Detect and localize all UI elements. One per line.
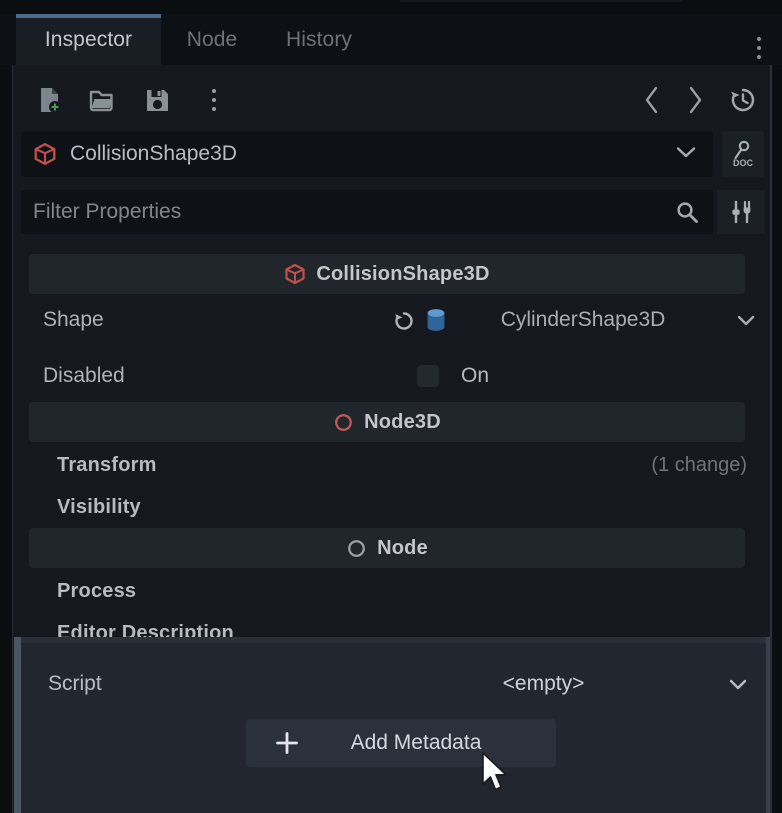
chevron-down-icon — [675, 145, 697, 164]
svg-text:DOC: DOC — [733, 158, 754, 168]
disabled-value-label: On — [461, 364, 490, 387]
mouse-pointer-icon — [481, 752, 511, 799]
window-top-strip — [0, 0, 782, 14]
category-label: Node — [377, 536, 428, 559]
three-dots-vertical-icon — [212, 89, 216, 111]
open-documentation-icon: DOC — [733, 140, 754, 168]
tab-inspector-label: Inspector — [44, 27, 133, 51]
filter-properties-input[interactable] — [33, 200, 675, 224]
property-row-shape[interactable]: Shape CylinderShape3D — [29, 298, 769, 342]
bottom-overlay-panel: Script <empty> Add Metadata — [14, 637, 770, 813]
more-options-button[interactable] — [194, 80, 234, 120]
section-visibility-label: Visibility — [57, 495, 141, 518]
search-icon — [675, 200, 699, 224]
object-history-button[interactable] — [723, 80, 763, 120]
tab-history-label: History — [285, 27, 353, 51]
property-list: CollisionShape3D Shape CylinderShape3D D… — [13, 244, 770, 644]
node-icon — [346, 538, 367, 559]
bottom-panel-right-bar — [766, 637, 770, 813]
property-row-disabled[interactable]: Disabled On — [29, 354, 769, 398]
open-resource-button[interactable] — [82, 80, 122, 120]
section-visibility[interactable]: Visibility — [29, 486, 769, 528]
collisionshape3d-icon — [33, 142, 57, 166]
bottom-panel-content: Script <empty> Add Metadata — [21, 643, 766, 813]
section-transform-label: Transform — [57, 453, 157, 476]
floppy-save-icon — [146, 89, 168, 111]
chevron-right-icon — [29, 582, 51, 600]
clock-revert-icon — [731, 88, 755, 112]
panel-right-margin — [772, 65, 782, 813]
cylinder-shape-icon — [419, 307, 453, 333]
node-category[interactable]: Node — [29, 528, 745, 568]
tab-node-label: Node — [186, 27, 238, 51]
property-value-script: <empty> — [502, 672, 585, 695]
property-tools-button[interactable] — [717, 190, 765, 234]
collisionshape3d-category[interactable]: CollisionShape3D — [29, 254, 745, 294]
category-label: Node3D — [364, 410, 441, 433]
chevron-right-icon — [29, 456, 51, 474]
chevron-down-icon[interactable] — [723, 314, 769, 327]
save-resource-button[interactable] — [137, 80, 177, 120]
node3d-icon — [333, 412, 354, 433]
property-value-shape: CylinderShape3D — [500, 308, 666, 331]
dock-tabbar: Inspector Node History — [0, 14, 782, 65]
chevron-right-icon — [29, 498, 51, 516]
section-process[interactable]: Process — [29, 570, 769, 612]
node3d-category[interactable]: Node3D — [29, 402, 745, 442]
category-label: CollisionShape3D — [316, 262, 490, 285]
plus-icon — [274, 730, 300, 756]
history-back-button[interactable] — [632, 80, 672, 120]
property-tools-icon — [732, 200, 751, 224]
tab-inspector[interactable]: Inspector — [16, 14, 161, 65]
node-selector[interactable]: CollisionShape3D — [21, 131, 713, 177]
section-process-label: Process — [57, 579, 137, 602]
folder-open-icon — [89, 90, 113, 112]
property-label-disabled: Disabled — [43, 364, 125, 387]
section-transform-note: (1 change) — [651, 453, 747, 476]
property-label-script: Script — [48, 672, 102, 695]
file-new-icon — [41, 88, 61, 113]
three-dots-vertical-icon[interactable] — [744, 28, 774, 68]
node-selector-label: CollisionShape3D — [70, 142, 237, 165]
filter-properties-row[interactable] — [21, 190, 713, 234]
new-resource-button[interactable] — [30, 80, 70, 120]
property-label-shape: Shape — [43, 308, 104, 331]
add-metadata-label: Add Metadata — [350, 731, 482, 754]
revert-arrow-icon[interactable] — [389, 308, 419, 332]
inspector-toolbar — [13, 76, 770, 124]
history-forward-button[interactable] — [675, 80, 715, 120]
open-documentation-button[interactable]: DOC — [722, 131, 764, 177]
disabled-checkbox[interactable] — [417, 365, 439, 387]
tab-node[interactable]: Node — [166, 14, 258, 65]
tab-history[interactable]: History — [262, 14, 376, 65]
inspector-window: Inspector Node History CollisionShape3D … — [0, 0, 782, 813]
window-seam — [400, 0, 682, 2]
section-transform[interactable]: Transform (1 change) — [29, 444, 769, 486]
chevron-down-icon[interactable] — [728, 678, 748, 691]
chevron-right-icon — [689, 86, 702, 114]
bottom-panel-left-bar — [14, 637, 21, 813]
collisionshape3d-icon — [284, 263, 306, 285]
property-row-script[interactable]: Script <empty> — [21, 661, 766, 707]
chevron-left-icon — [645, 86, 658, 114]
